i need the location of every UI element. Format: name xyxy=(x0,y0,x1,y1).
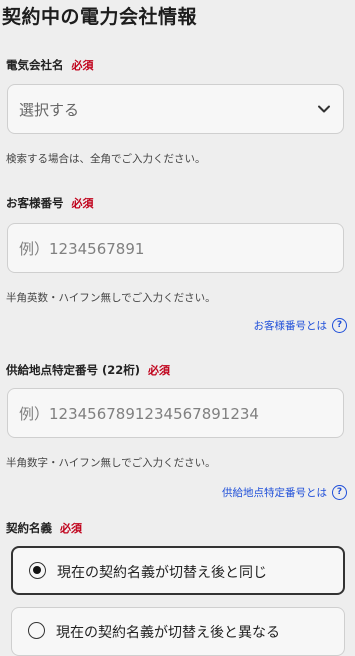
radio-dot-icon xyxy=(33,566,41,574)
supply-point-label-text: 供給地点特定番号 (22桁) xyxy=(6,363,141,377)
customer-number-placeholder: 例）1234567891 xyxy=(19,240,145,258)
supply-point-hint: 半角数字・ハイフン無しでご入力ください。 xyxy=(6,457,216,469)
required-badge: 必須 xyxy=(71,59,94,72)
radio-option-label: 現在の契約名義が切替え後と同じ xyxy=(57,565,267,581)
radio-option-same-name[interactable]: 現在の契約名義が切替え後と同じ xyxy=(11,546,345,595)
customer-number-label: お客様番号 必須 xyxy=(6,195,94,211)
required-badge: 必須 xyxy=(71,197,94,210)
supply-point-help-text: 供給地点特定番号とは xyxy=(222,487,327,499)
supply-point-label: 供給地点特定番号 (22桁) 必須 xyxy=(6,362,170,378)
company-select[interactable]: 選択する xyxy=(7,84,344,134)
question-circle-icon: ? xyxy=(332,318,347,333)
company-label: 電気会社名 必須 xyxy=(6,57,94,73)
radio-unchecked-icon xyxy=(28,622,45,639)
chevron-down-icon xyxy=(318,105,330,113)
supply-point-input[interactable]: 例）1234567891234567891234 xyxy=(7,388,344,438)
radio-option-different-name[interactable]: 現在の契約名義が切替え後と異なる xyxy=(11,607,345,656)
contract-name-label: 契約名義 必須 xyxy=(6,520,82,536)
supply-point-help-link[interactable]: 供給地点特定番号とは ? xyxy=(222,485,347,500)
company-hint: 検索する場合は、全角でご入力ください。 xyxy=(6,153,206,165)
page-title: 契約中の電力会社情報 xyxy=(2,6,198,28)
customer-number-help-link[interactable]: お客様番号とは ? xyxy=(253,318,347,333)
customer-number-label-text: お客様番号 xyxy=(6,196,64,210)
customer-number-hint: 半角英数・ハイフン無しでご入力ください。 xyxy=(6,292,216,304)
customer-number-help-text: お客様番号とは xyxy=(253,320,328,332)
required-badge: 必須 xyxy=(148,364,171,377)
company-label-text: 電気会社名 xyxy=(6,58,64,72)
question-circle-icon: ? xyxy=(332,485,347,500)
radio-option-label: 現在の契約名義が切替え後と異なる xyxy=(56,625,280,641)
company-select-value: 選択する xyxy=(19,101,80,119)
customer-number-input[interactable]: 例）1234567891 xyxy=(7,223,344,273)
supply-point-placeholder: 例）1234567891234567891234 xyxy=(19,405,259,423)
contract-name-label-text: 契約名義 xyxy=(6,521,52,535)
radio-checked-icon xyxy=(29,562,46,579)
required-badge: 必須 xyxy=(60,522,82,535)
